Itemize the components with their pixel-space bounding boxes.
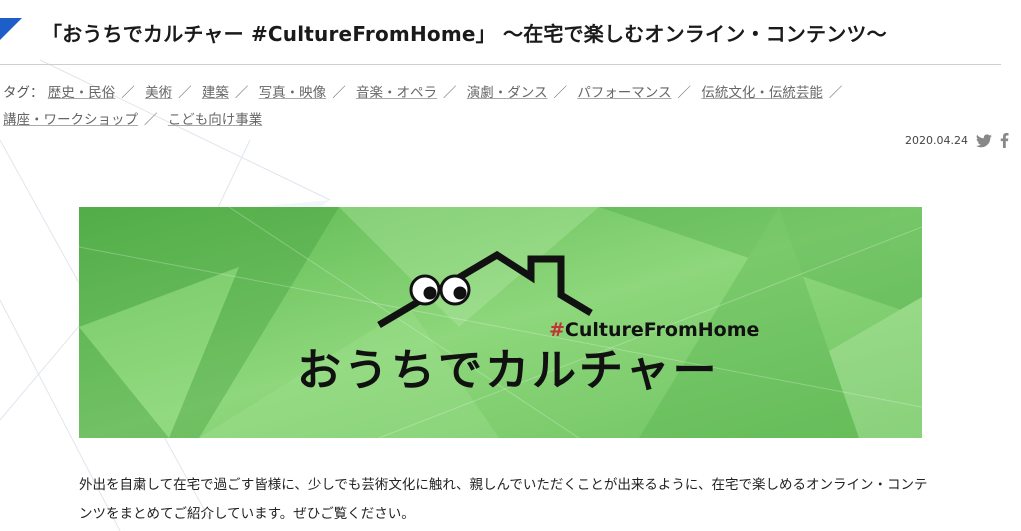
tag-separator: ／ (144, 112, 158, 128)
facebook-icon[interactable] (1000, 133, 1009, 148)
twitter-icon[interactable] (976, 133, 992, 148)
tag-list: タグ： 歴史・民俗 ／ 美術 ／ 建築 ／ 写真・映像 ／ 音楽・オペラ ／ 演劇・ダンス… (3, 80, 883, 134)
tag-kids[interactable]: こども向け事業 (168, 112, 263, 128)
tag-separator: ／ (332, 85, 346, 101)
banner-hashtag: #CultureFromHome (549, 319, 759, 341)
post-date: 2020.04.24 (905, 134, 968, 147)
banner-hashtag-text: CultureFromHome (565, 319, 759, 341)
tag-separator: ／ (121, 85, 135, 101)
tag-music-opera[interactable]: 音楽・オペラ (356, 85, 437, 101)
banner-logo-text: おうちでカルチャー (297, 345, 720, 396)
tag-history-folklore[interactable]: 歴史・民俗 (48, 85, 116, 101)
tag-art[interactable]: 美術 (145, 85, 172, 101)
tag-photo-video[interactable]: 写真・映像 (259, 85, 327, 101)
tag-architecture[interactable]: 建築 (202, 85, 229, 101)
tag-separator: ／ (828, 85, 843, 101)
culture-from-home-banner: #CultureFromHome おうちでカルチャー (79, 207, 922, 438)
tag-workshop[interactable]: 講座・ワークショップ (3, 112, 138, 128)
tag-theater-dance[interactable]: 演劇・ダンス (467, 85, 548, 101)
tag-separator: ／ (178, 85, 192, 101)
title-corner-mark (0, 18, 22, 40)
tag-performance[interactable]: パフォーマンス (577, 85, 671, 101)
page-title: 「おうちでカルチャー #CultureFromHome」 ～在宅で楽しむオンライ… (42, 22, 887, 46)
tag-separator: ／ (677, 85, 692, 101)
tags-label: タグ： (3, 85, 44, 101)
tag-separator: ／ (553, 85, 568, 101)
tag-traditional-culture[interactable]: 伝統文化・伝統芸能 (701, 85, 823, 101)
post-meta: 2020.04.24 (905, 133, 1009, 148)
title-bar: 「おうちでカルチャー #CultureFromHome」 ～在宅で楽しむオンライ… (0, 0, 1001, 65)
intro-paragraph: 外出を自粛して在宅で過ごす皆様に、少しでも芸術文化に触れ、親しんでいただくことが… (79, 477, 928, 522)
tag-separator: ／ (442, 85, 457, 101)
tag-separator: ／ (234, 85, 249, 101)
